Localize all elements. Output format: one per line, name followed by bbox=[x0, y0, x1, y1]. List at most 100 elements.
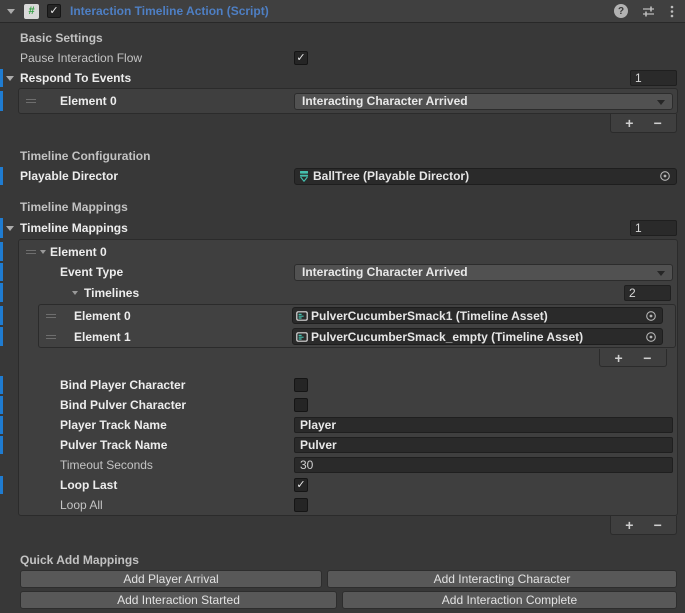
add-interaction-complete-button[interactable]: Add Interaction Complete bbox=[342, 591, 677, 609]
component-foldout-icon[interactable] bbox=[7, 9, 15, 14]
timeline-element-1-object-field[interactable]: PulverCucumberSmack_empty (Timeline Asse… bbox=[292, 328, 663, 345]
timelines-list: Element 0 PulverCucumberSmack1 (Timeline… bbox=[38, 304, 676, 348]
override-indicator bbox=[0, 218, 3, 238]
timeline-element-1-label: Element 1 bbox=[74, 330, 292, 344]
respond-to-events-count-field[interactable]: 1 bbox=[630, 70, 677, 86]
loop-last-label: Loop Last bbox=[60, 478, 294, 492]
drag-handle-icon[interactable] bbox=[26, 97, 36, 105]
timelines-list-footer: + − bbox=[599, 349, 667, 367]
component-header[interactable]: # Interaction Timeline Action (Script) ? bbox=[0, 0, 685, 23]
remove-element-button[interactable]: − bbox=[648, 116, 668, 130]
add-interaction-started-button[interactable]: Add Interaction Started bbox=[20, 591, 337, 609]
presets-icon[interactable] bbox=[641, 4, 656, 19]
override-indicator bbox=[0, 306, 3, 325]
add-element-button[interactable]: + bbox=[619, 518, 639, 532]
pause-interaction-flow-checkbox[interactable] bbox=[294, 51, 308, 65]
respond-to-events-row[interactable]: Respond To Events 1 bbox=[0, 68, 685, 88]
respond-to-events-label: Respond To Events bbox=[20, 71, 131, 85]
playable-director-value: BallTree (Playable Director) bbox=[313, 169, 469, 183]
timeline-mappings-list-footer: + − bbox=[610, 516, 677, 535]
loop-last-row: Loop Last bbox=[19, 475, 677, 495]
unity-inspector-panel: # Interaction Timeline Action (Script) ?… bbox=[0, 0, 685, 613]
loop-all-checkbox[interactable] bbox=[294, 498, 308, 512]
playable-director-object-field[interactable]: BallTree (Playable Director) bbox=[294, 168, 677, 185]
timeline-mappings-section-label: Timeline Mappings bbox=[20, 200, 128, 214]
timeline-element-0-object-field[interactable]: PulverCucumberSmack1 (Timeline Asset) bbox=[292, 307, 663, 324]
object-picker-icon[interactable] bbox=[657, 170, 673, 182]
respond-element-0-value: Interacting Character Arrived bbox=[302, 94, 468, 108]
timeline-configuration-header: Timeline Configuration bbox=[0, 146, 685, 166]
mapping-element-0-label: Element 0 bbox=[50, 245, 107, 259]
component-title: Interaction Timeline Action (Script) bbox=[70, 4, 269, 18]
event-type-label: Event Type bbox=[60, 265, 294, 279]
timeout-seconds-input[interactable]: 30 bbox=[294, 457, 673, 473]
kebab-menu-icon[interactable] bbox=[669, 4, 675, 19]
timelines-foldout-icon[interactable] bbox=[72, 291, 78, 295]
drag-handle-icon[interactable] bbox=[46, 333, 56, 341]
quick-add-mappings-header: Quick Add Mappings bbox=[0, 550, 685, 570]
timeout-seconds-label: Timeout Seconds bbox=[60, 458, 294, 472]
override-indicator bbox=[0, 242, 3, 261]
timeline-mappings-count-field[interactable]: 1 bbox=[630, 220, 677, 236]
bind-pulver-character-row: Bind Pulver Character bbox=[19, 395, 677, 415]
remove-element-button[interactable]: − bbox=[648, 518, 668, 532]
help-icon[interactable]: ? bbox=[614, 4, 628, 18]
drag-handle-icon[interactable] bbox=[46, 312, 56, 320]
timelines-count-field[interactable]: 2 bbox=[624, 285, 671, 301]
event-type-value: Interacting Character Arrived bbox=[302, 265, 468, 279]
add-element-button[interactable]: + bbox=[619, 116, 639, 130]
timeline-element-0-label: Element 0 bbox=[74, 309, 292, 323]
respond-element-0-row[interactable]: Element 0 Interacting Character Arrived bbox=[19, 90, 677, 112]
object-picker-icon[interactable] bbox=[643, 331, 659, 343]
playable-director-row: Playable Director BallTree (Playable Dir… bbox=[0, 166, 685, 186]
timeline-mappings-array-label: Timeline Mappings bbox=[20, 221, 128, 235]
player-track-name-input[interactable]: Player bbox=[294, 417, 673, 433]
pause-interaction-flow-row: Pause Interaction Flow bbox=[0, 48, 685, 68]
timeout-seconds-row: Timeout Seconds 30 bbox=[19, 455, 677, 475]
override-indicator bbox=[0, 263, 3, 281]
timeline-element-1-value: PulverCucumberSmack_empty (Timeline Asse… bbox=[311, 330, 583, 344]
add-player-arrival-button[interactable]: Add Player Arrival bbox=[20, 570, 322, 588]
override-indicator bbox=[0, 283, 3, 302]
timeline-mappings-array-row[interactable]: Timeline Mappings 1 bbox=[0, 217, 685, 239]
override-indicator bbox=[0, 436, 3, 454]
timeline-element-0-row[interactable]: Element 0 PulverCucumberSmack1 (Timeline… bbox=[39, 305, 675, 326]
bind-player-character-row: Bind Player Character bbox=[19, 375, 677, 395]
pulver-track-name-input[interactable]: Pulver bbox=[294, 437, 673, 453]
mapping-element-0-foldout-icon[interactable] bbox=[40, 250, 46, 254]
respond-element-0-label: Element 0 bbox=[60, 94, 294, 108]
bind-player-character-label: Bind Player Character bbox=[60, 378, 294, 392]
timeline-element-1-row[interactable]: Element 1 PulverCucumberSmack_empty (Tim… bbox=[39, 326, 675, 347]
override-indicator bbox=[0, 69, 3, 87]
timeline-mappings-section-header: Timeline Mappings bbox=[0, 197, 685, 217]
override-indicator bbox=[0, 376, 3, 394]
pause-interaction-flow-label: Pause Interaction Flow bbox=[20, 51, 294, 65]
event-type-dropdown[interactable]: Interacting Character Arrived bbox=[294, 264, 673, 281]
timeline-asset-icon bbox=[296, 310, 308, 322]
override-indicator bbox=[0, 416, 3, 434]
respond-to-events-foldout-icon[interactable] bbox=[6, 76, 14, 81]
mapping-element-0-header-row[interactable]: Element 0 bbox=[19, 241, 677, 262]
remove-element-button[interactable]: − bbox=[637, 351, 657, 365]
drag-handle-icon[interactable] bbox=[26, 248, 36, 256]
bind-player-character-checkbox[interactable] bbox=[294, 378, 308, 392]
quick-add-row-1: Add Player Arrival Add Interacting Chara… bbox=[0, 570, 685, 588]
override-indicator bbox=[0, 476, 3, 494]
csharp-script-icon: # bbox=[24, 4, 39, 19]
respond-element-0-dropdown[interactable]: Interacting Character Arrived bbox=[294, 93, 673, 110]
timeline-configuration-label: Timeline Configuration bbox=[20, 149, 150, 163]
bind-pulver-character-label: Bind Pulver Character bbox=[60, 398, 294, 412]
object-picker-icon[interactable] bbox=[643, 310, 659, 322]
add-element-button[interactable]: + bbox=[609, 351, 629, 365]
loop-last-checkbox[interactable] bbox=[294, 478, 308, 492]
override-indicator bbox=[0, 167, 3, 185]
quick-add-row-2: Add Interaction Started Add Interaction … bbox=[0, 591, 685, 609]
chevron-down-icon bbox=[657, 271, 665, 276]
timeline-mappings-foldout-icon[interactable] bbox=[6, 226, 14, 231]
timelines-foldout-row[interactable]: Timelines 2 bbox=[19, 282, 677, 303]
add-interacting-character-button[interactable]: Add Interacting Character bbox=[327, 570, 677, 588]
component-enabled-checkbox[interactable] bbox=[47, 4, 61, 18]
chevron-down-icon bbox=[657, 100, 665, 105]
basic-settings-header: Basic Settings bbox=[0, 28, 685, 48]
bind-pulver-character-checkbox[interactable] bbox=[294, 398, 308, 412]
